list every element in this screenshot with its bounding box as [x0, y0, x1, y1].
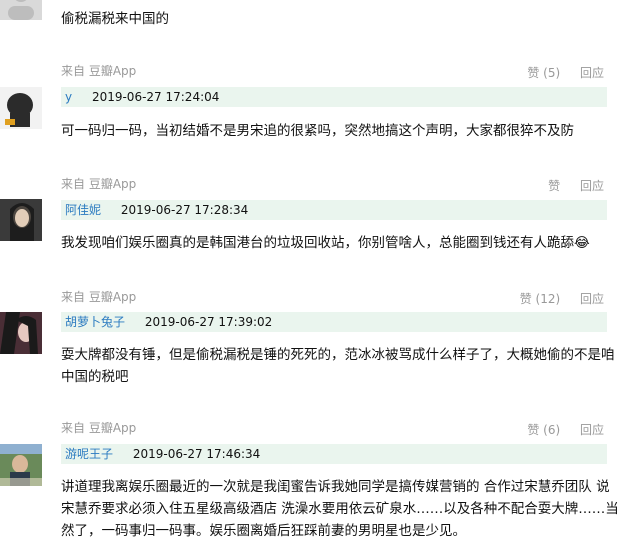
- like-button[interactable]: 赞: [548, 179, 560, 193]
- author-link[interactable]: 游呢王子: [65, 447, 113, 461]
- comment-text: 偷税漏税来中国的: [61, 11, 169, 27]
- comment-actions: 赞 (5) 回应: [511, 64, 604, 81]
- comment-actions: 赞 回应: [532, 177, 604, 194]
- comment-header: y 2019-06-27 17:24:04: [61, 87, 607, 107]
- comment-text: 可一码归一码，当初结婚不是男宋追的很紧吗，突然地搞这个声明，大家都很猝不及防: [61, 123, 574, 139]
- comment-source: 来自 豆瓣App: [61, 421, 137, 435]
- comment-text: 讲道理我离娱乐圈最近的一次就是我闺蜜告诉我她同学是搞传媒营销的 合作过宋慧乔团队…: [61, 479, 619, 539]
- comment-text: 我发现咱们娱乐圈真的是韩国港台的垃圾回收站，你别管啥人，总能圈到钱还有人跪舔😂: [61, 235, 590, 251]
- author-link[interactable]: 胡萝卜兔子: [65, 315, 125, 329]
- comment-time: 2019-06-27 17:46:34: [132, 447, 261, 461]
- avatar-user[interactable]: [0, 312, 42, 354]
- like-button[interactable]: 赞 (6): [527, 423, 560, 437]
- comment-text: 耍大牌都没有锤，但是偷税漏税是锤的死死的，范冰冰被骂成什么样子了，大概她偷的不是…: [61, 347, 615, 385]
- reply-button[interactable]: 回应: [580, 423, 604, 437]
- comment-source: 来自 豆瓣App: [61, 64, 137, 78]
- comment-time: 2019-06-27 17:24:04: [91, 90, 220, 104]
- reply-button[interactable]: 回应: [580, 179, 604, 193]
- comment-time: 2019-06-27 17:39:02: [144, 315, 273, 329]
- author-link[interactable]: y: [65, 90, 72, 104]
- comment-header: 游呢王子 2019-06-27 17:46:34: [61, 444, 607, 464]
- comment-actions: 赞 (6) 回应: [511, 421, 604, 438]
- author-link[interactable]: 阿佳妮: [65, 203, 101, 217]
- avatar-user[interactable]: [0, 87, 42, 129]
- comment-header: 阿佳妮 2019-06-27 17:28:34: [61, 200, 607, 220]
- avatar-user[interactable]: [0, 444, 42, 486]
- avatar-user[interactable]: [0, 199, 42, 241]
- like-button[interactable]: 赞 (5): [527, 66, 560, 80]
- reply-button[interactable]: 回应: [580, 292, 604, 306]
- comment-time: 2019-06-27 17:28:34: [120, 203, 249, 217]
- comment-actions: 赞 (12) 回应: [504, 290, 604, 307]
- avatar-top[interactable]: [0, 0, 42, 20]
- like-button[interactable]: 赞 (12): [520, 292, 560, 306]
- comment-source: 来自 豆瓣App: [61, 177, 137, 191]
- comment-header: 胡萝卜兔子 2019-06-27 17:39:02: [61, 312, 607, 332]
- reply-button[interactable]: 回应: [580, 66, 604, 80]
- comment-source: 来自 豆瓣App: [61, 290, 137, 304]
